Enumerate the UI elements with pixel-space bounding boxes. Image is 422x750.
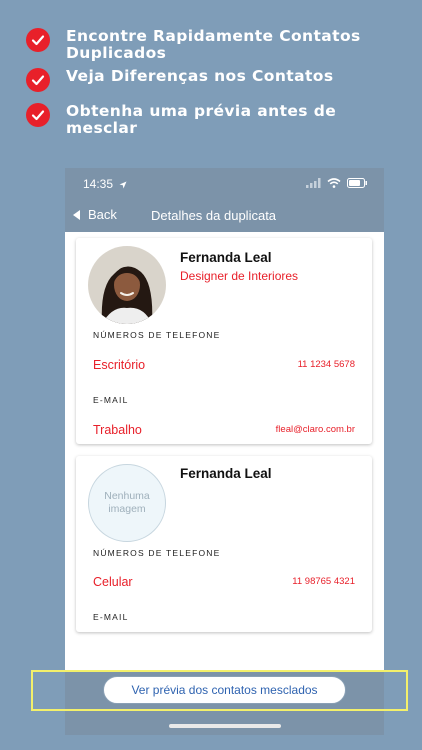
- status-bar: 14:35: [65, 168, 384, 200]
- contact-name: Fernanda Leal: [180, 466, 272, 481]
- phone-value: 11 1234 5678: [297, 359, 355, 370]
- no-image-line: imagem: [108, 503, 146, 515]
- feature-text: Obtenha uma prévia antes de mesclar: [66, 102, 337, 137]
- email-section-header: E-MAIL: [93, 612, 129, 622]
- wifi-icon: [327, 177, 341, 191]
- checkmark-icon: [26, 28, 50, 52]
- contact-job-title: Designer de Interiores: [180, 269, 299, 283]
- preview-merged-contacts-button[interactable]: Ver prévia dos contatos mesclados: [103, 676, 346, 704]
- checkmark-icon: [26, 68, 50, 92]
- back-button[interactable]: Back: [73, 207, 117, 222]
- no-image-placeholder: Nenhuma imagem: [88, 464, 166, 542]
- feature-text: Encontre Rapidamente Contatos Duplicados: [66, 27, 361, 62]
- phone-section-header: NÚMEROS DE TELEFONE: [93, 330, 221, 340]
- page-title: Detalhes da duplicata: [151, 208, 277, 223]
- back-chevron-icon: [73, 209, 80, 220]
- battery-icon: [347, 177, 368, 191]
- location-arrow-icon: [119, 178, 127, 192]
- email-section-header: E-MAIL: [93, 395, 129, 405]
- back-label: Back: [88, 207, 117, 222]
- duplicate-list: Fernanda Leal Designer de Interiores NÚM…: [65, 232, 384, 672]
- contact-name: Fernanda Leal: [180, 250, 272, 265]
- signal-icon: [306, 177, 321, 191]
- no-image-line: Nenhuma: [104, 490, 150, 502]
- phone-screen: 14:35 Back Detalhes da duplicata Fernand…: [65, 168, 384, 735]
- phone-label: Celular: [93, 575, 133, 589]
- feature-item-1: Encontre Rapidamente Contatos Duplicados: [26, 28, 376, 62]
- email-value: fleal@claro.com.br: [275, 424, 355, 435]
- status-time: 14:35: [83, 177, 114, 191]
- phone-label: Escritório: [93, 358, 146, 372]
- phone-section-header: NÚMEROS DE TELEFONE: [93, 548, 221, 558]
- feature-item-3: Obtenha uma prévia antes de mesclar: [26, 103, 356, 137]
- home-indicator[interactable]: [169, 724, 281, 728]
- email-label: Trabalho: [93, 423, 142, 437]
- phone-value: 11 98765 4321: [292, 576, 355, 587]
- contact-card-2[interactable]: Nenhuma imagem Fernanda Leal NÚMEROS DE …: [76, 456, 372, 632]
- contact-card-1[interactable]: Fernanda Leal Designer de Interiores NÚM…: [76, 238, 372, 444]
- avatar: [88, 246, 166, 324]
- navigation-bar: Back Detalhes da duplicata: [65, 200, 384, 232]
- feature-item-2: Veja Diferenças nos Contatos: [26, 68, 376, 92]
- checkmark-icon: [26, 103, 50, 127]
- feature-text: Veja Diferenças nos Contatos: [66, 67, 334, 85]
